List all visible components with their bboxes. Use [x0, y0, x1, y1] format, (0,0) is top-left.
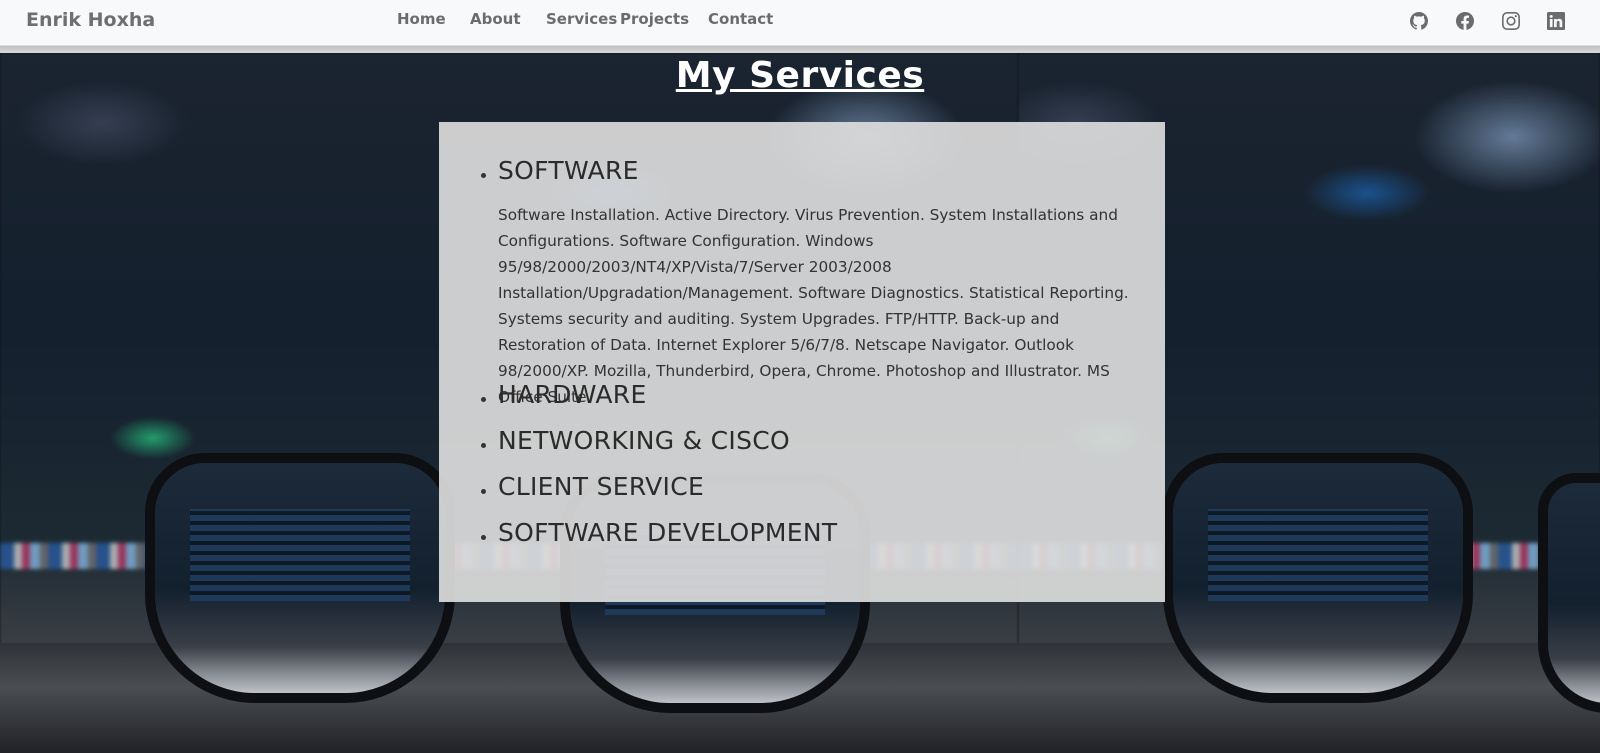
nav-link-home[interactable]: Home [397, 10, 446, 28]
services-card: SOFTWARE Software Installation. Active D… [439, 122, 1165, 602]
bullet-icon [481, 535, 486, 540]
service-title: SOFTWARE DEVELOPMENT [498, 518, 838, 547]
github-icon[interactable] [1410, 12, 1430, 32]
instagram-icon[interactable] [1502, 12, 1522, 32]
facebook-icon[interactable] [1456, 11, 1476, 32]
nav-link-about[interactable]: About [470, 10, 521, 28]
navbar: Enrik Hoxha Home About Services Projects… [0, 0, 1600, 46]
linkedin-icon[interactable] [1547, 12, 1567, 32]
service-title: NETWORKING & CISCO [498, 426, 790, 455]
bullet-icon [481, 489, 486, 494]
service-title: SOFTWARE [498, 156, 639, 185]
bullet-icon [481, 397, 486, 402]
bullet-icon [481, 173, 486, 178]
page-title: My Services [675, 55, 925, 96]
brand-link[interactable]: Enrik Hoxha [26, 9, 155, 31]
nav-link-contact[interactable]: Contact [708, 10, 773, 28]
nav-link-services[interactable]: Services [546, 10, 617, 28]
service-description: Software Installation. Active Directory.… [498, 206, 1129, 406]
service-title: CLIENT SERVICE [498, 472, 705, 501]
bullet-icon [481, 443, 486, 448]
service-title: HARDWARE [498, 380, 647, 409]
nav-link-projects[interactable]: Projects [620, 10, 689, 28]
navbar-shadow [0, 45, 1600, 53]
